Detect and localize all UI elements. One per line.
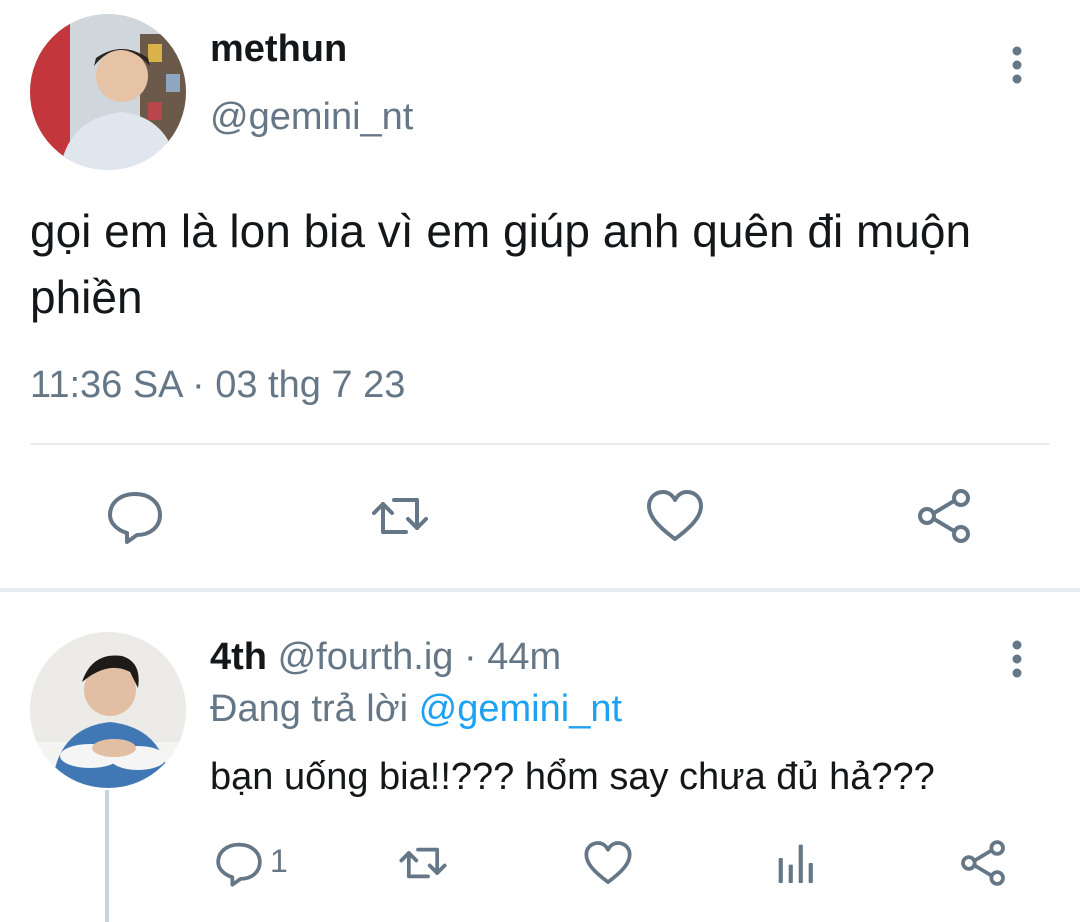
avatar-photo-icon: [30, 632, 186, 788]
reply-icon[interactable]: [105, 486, 165, 546]
more-options-icon[interactable]: [1002, 44, 1032, 86]
avatar-photo-icon: [30, 14, 186, 170]
thread-line: [105, 790, 109, 922]
reply-author-name[interactable]: 4th: [210, 636, 267, 678]
tweet-text: gọi em là lon bia vì em giúp anh quên đi…: [30, 205, 972, 323]
author-avatar[interactable]: [30, 14, 186, 170]
replying-to: Đang trả lời @gemini_nt: [210, 688, 622, 731]
replying-to-mention[interactable]: @gemini_nt: [419, 688, 622, 730]
reply-text: bạn uống bia!!??? hổm say chưa đủ hả???: [210, 756, 935, 798]
share-icon[interactable]: [914, 486, 974, 546]
reply-author-avatar[interactable]: [30, 632, 186, 788]
analytics-icon[interactable]: [772, 838, 822, 888]
reply-meta[interactable]: @fourth.ig · 44m: [278, 636, 562, 678]
reply-icon[interactable]: [214, 838, 264, 888]
reply-count: 1: [270, 843, 288, 879]
author-handle[interactable]: @gemini_nt: [210, 96, 413, 139]
replying-to-prefix: Đang trả lời: [210, 688, 409, 730]
retweet-icon[interactable]: [398, 838, 448, 888]
reply-header: 4th @fourth.ig · 44m: [210, 636, 561, 679]
retweet-icon[interactable]: [370, 486, 430, 546]
divider: [30, 443, 1050, 445]
section-divider: [0, 588, 1080, 592]
more-options-icon[interactable]: [1002, 638, 1032, 680]
like-icon[interactable]: [583, 838, 633, 888]
share-icon[interactable]: [958, 838, 1008, 888]
tweet-timestamp[interactable]: 11:36 SA · 03 thg 7 23: [30, 364, 405, 407]
author-display-name[interactable]: methun: [210, 28, 347, 71]
like-icon[interactable]: [645, 486, 705, 546]
